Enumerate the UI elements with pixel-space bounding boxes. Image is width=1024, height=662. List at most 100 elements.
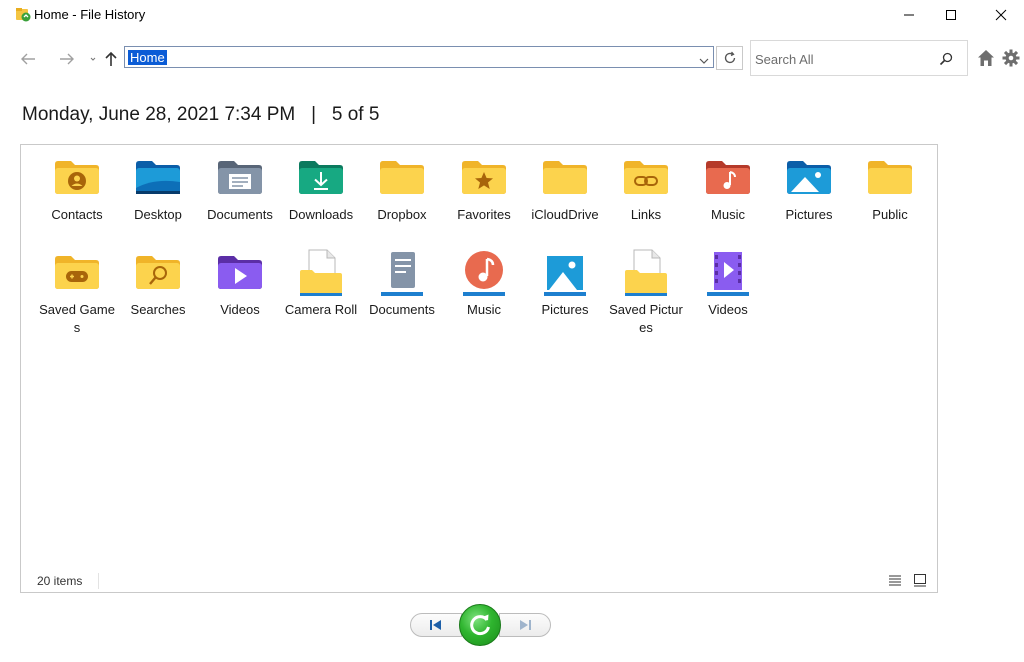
previous-version-button[interactable] [410, 613, 462, 637]
folder-icon [380, 161, 424, 194]
item-pictures[interactable]: Pictures [771, 158, 847, 224]
folder-music-icon [706, 161, 750, 194]
item-camera-roll[interactable]: Camera Roll [283, 248, 359, 319]
folder-favorites-icon [462, 161, 506, 194]
folder-searches-icon [136, 256, 180, 289]
back-button[interactable] [17, 48, 39, 70]
item-dropbox[interactable]: Dropbox [364, 158, 440, 224]
item-library-documents[interactable]: Documents [364, 248, 440, 319]
status-divider [98, 573, 99, 589]
item-label: Music [711, 207, 745, 222]
item-desktop[interactable]: Desktop [120, 158, 196, 224]
close-button[interactable] [978, 0, 1024, 30]
folder-games-icon [55, 256, 99, 289]
item-searches[interactable]: Searches [120, 253, 196, 319]
next-icon [520, 620, 531, 630]
folder-pictures-icon [787, 161, 831, 194]
item-saved-pictures[interactable]: Saved Pictures [608, 248, 684, 337]
backup-date-header: Monday, June 28, 2021 7:34 PM | 5 of 5 [22, 104, 379, 126]
header-separator: | [311, 104, 316, 125]
search-placeholder[interactable]: Search All [755, 52, 814, 67]
large-icons-view-icon[interactable] [913, 573, 927, 592]
gear-icon[interactable] [1002, 49, 1020, 72]
library-videos-icon [707, 252, 749, 296]
item-label: Links [630, 207, 662, 222]
item-label: Public [872, 207, 908, 222]
item-label: Favorites [457, 207, 511, 222]
item-label: Dropbox [377, 207, 427, 222]
previous-icon [430, 620, 441, 630]
item-public[interactable]: Public [852, 158, 928, 224]
address-dropdown-icon[interactable] [699, 52, 709, 70]
backup-date: Monday, June 28, 2021 7:34 PM [22, 104, 296, 125]
chevron-down-icon [90, 57, 96, 61]
item-label: Contacts [51, 207, 103, 222]
home-icon[interactable] [977, 49, 995, 72]
up-arrow-icon [105, 51, 117, 66]
item-downloads[interactable]: Downloads [283, 158, 359, 224]
item-label: Music [467, 302, 501, 317]
back-arrow-icon [21, 53, 35, 65]
item-iclouddrive[interactable]: iCloudDrive [527, 158, 603, 224]
file-history-icon [15, 6, 31, 22]
item-library-music[interactable]: Music [446, 248, 522, 319]
details-view-icon[interactable] [888, 573, 902, 592]
search-box[interactable]: Search All [750, 40, 968, 76]
address-bar[interactable]: Home [124, 46, 714, 68]
maximize-icon [946, 10, 956, 20]
item-label: Documents [207, 207, 273, 222]
search-icon[interactable] [939, 52, 953, 71]
item-label: iCloudDrive [531, 207, 599, 222]
item-label: Documents [369, 302, 435, 317]
version-position: 5 of 5 [331, 104, 380, 125]
minimize-icon [904, 14, 914, 16]
library-camera-roll-icon [300, 249, 342, 296]
restore-icon [470, 614, 490, 636]
forward-arrow-icon [60, 53, 74, 65]
folder-links-icon [624, 161, 668, 194]
library-saved-pictures-icon [625, 249, 667, 296]
item-label: Downloads [288, 207, 354, 222]
item-label: Saved Pictures [609, 302, 683, 335]
item-library-videos[interactable]: Videos [690, 248, 766, 319]
item-label: Saved Games [39, 302, 115, 335]
item-music[interactable]: Music [690, 158, 766, 224]
item-label: Videos [708, 302, 748, 317]
folder-icon [543, 161, 587, 194]
folder-videos-icon [218, 256, 262, 289]
item-label: Camera Roll [284, 302, 358, 317]
item-label: Videos [220, 302, 260, 317]
item-videos[interactable]: Videos [202, 253, 278, 319]
item-label: Desktop [134, 207, 182, 222]
window-title: Home - File History [34, 7, 146, 22]
item-favorites[interactable]: Favorites [446, 158, 522, 224]
folder-contacts-icon [55, 161, 99, 194]
minimize-button[interactable] [886, 0, 932, 30]
item-documents[interactable]: Documents [202, 158, 278, 224]
recent-locations-button[interactable] [88, 48, 98, 70]
library-music-icon [463, 251, 505, 296]
folder-downloads-icon [299, 161, 343, 194]
folder-icon [868, 161, 912, 194]
next-version-button[interactable] [499, 613, 551, 637]
item-saved-games[interactable]: Saved Games [39, 253, 115, 337]
item-library-pictures[interactable]: Pictures [527, 248, 603, 319]
restore-button[interactable] [459, 604, 501, 646]
address-text[interactable]: Home [128, 50, 167, 65]
item-contacts[interactable]: Contacts [39, 158, 115, 224]
refresh-button[interactable] [716, 46, 743, 70]
item-label: Pictures [785, 207, 833, 222]
item-label: Searches [130, 302, 186, 317]
forward-button[interactable] [56, 48, 78, 70]
folder-documents-icon [218, 161, 262, 194]
item-count: 20 items [37, 574, 83, 588]
up-button[interactable] [100, 48, 122, 70]
folder-desktop-icon [136, 161, 180, 194]
title-bar: Home - File History [0, 0, 1024, 30]
item-links[interactable]: Links [608, 158, 684, 224]
close-icon [995, 9, 1007, 21]
item-label: Pictures [541, 302, 589, 317]
library-pictures-icon [544, 256, 586, 296]
refresh-icon [724, 51, 735, 64]
maximize-button[interactable] [928, 0, 974, 30]
